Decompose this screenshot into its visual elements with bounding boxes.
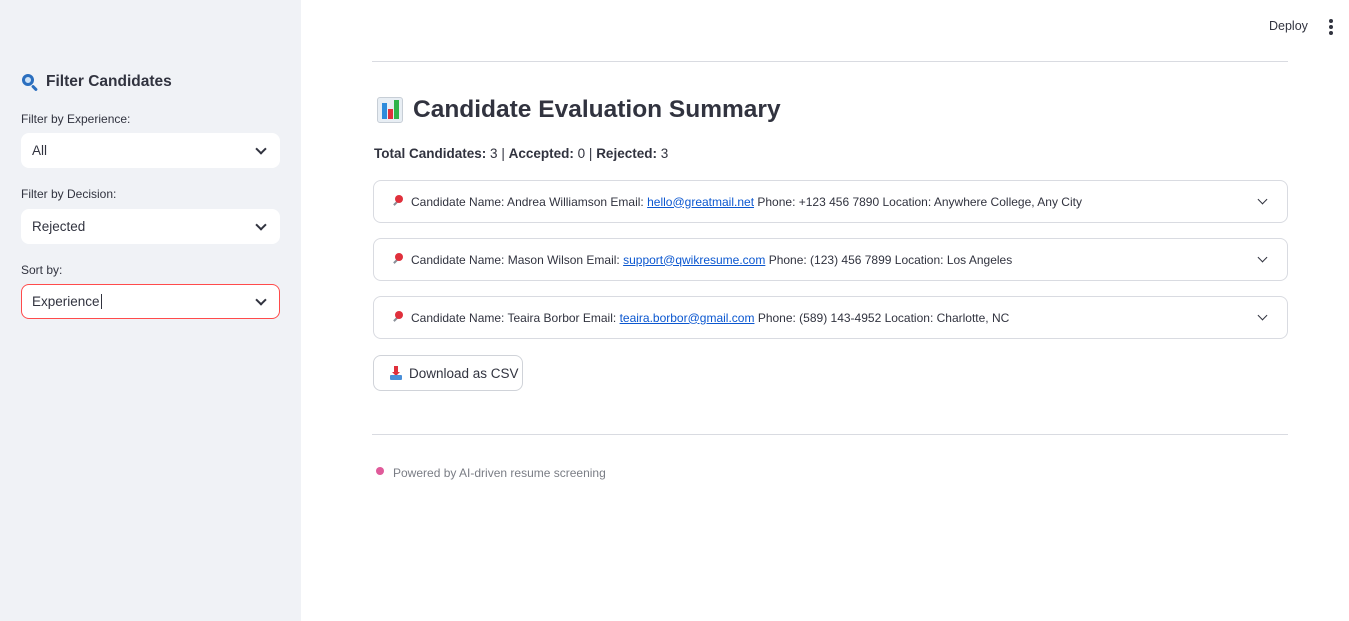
pushpin-icon — [391, 310, 405, 325]
candidate-name-text: Candidate Name: Teaira Borbor Email: — [411, 310, 617, 325]
pushpin-icon — [391, 194, 405, 209]
summary-line: Total Candidates: 3 | Accepted: 0 | Reje… — [374, 146, 668, 161]
chevron-down-icon — [1257, 252, 1268, 263]
candidate-details-text: Phone: (123) 456 7899 Location: Los Ange… — [768, 252, 1013, 267]
candidate-details-text: Phone: (589) 143-4952 Location: Charlott… — [757, 310, 1010, 325]
candidate-expander[interactable]: Candidate Name: Teaira Borbor Email: tea… — [373, 296, 1288, 339]
experience-filter-select[interactable]: All — [21, 133, 280, 168]
sort-by-select[interactable]: Experience — [21, 284, 280, 319]
sort-by-value: Experience — [32, 294, 100, 309]
inbox-tray-icon — [390, 366, 402, 380]
download-csv-button[interactable]: Download as CSV — [373, 355, 523, 391]
candidate-expander[interactable]: Candidate Name: Andrea Williamson Email:… — [373, 180, 1288, 223]
page-title: Candidate Evaluation Summary — [377, 96, 781, 124]
top-divider — [372, 61, 1288, 62]
footer-text: Powered by AI-driven resume screening — [393, 466, 606, 480]
accepted-value: 0 — [577, 146, 586, 161]
decision-filter-select[interactable]: Rejected — [21, 209, 280, 244]
candidate-email-link[interactable]: hello@greatmail.net — [647, 195, 754, 209]
sidebar-title: Filter Candidates — [21, 73, 172, 92]
page-title-text: Candidate Evaluation Summary — [413, 96, 781, 123]
separator: | — [588, 146, 593, 161]
accepted-label: Accepted: — [508, 146, 574, 161]
experience-filter-label: Filter by Experience: — [21, 112, 131, 126]
chevron-down-icon — [1257, 194, 1268, 205]
total-value: 3 — [490, 146, 498, 161]
candidate-email-link[interactable]: support@qwikresume.com — [623, 253, 765, 267]
sidebar-title-text: Filter Candidates — [46, 73, 172, 90]
footer: Powered by AI-driven resume screening — [376, 466, 606, 480]
candidate-name-text: Candidate Name: Andrea Williamson Email: — [411, 194, 644, 209]
pushpin-icon — [376, 467, 384, 475]
pushpin-icon — [391, 252, 405, 267]
total-label: Total Candidates: — [374, 146, 487, 161]
sort-by-label: Sort by: — [21, 263, 63, 277]
candidate-details-text: Phone: +123 456 7890 Location: Anywhere … — [757, 194, 1082, 209]
vertical-dots-icon[interactable] — [1325, 19, 1337, 35]
rejected-value: 3 — [660, 146, 669, 161]
text-cursor — [100, 294, 102, 309]
candidate-expander[interactable]: Candidate Name: Mason Wilson Email: supp… — [373, 238, 1288, 281]
sidebar: Filter Candidates Filter by Experience: … — [0, 0, 301, 621]
experience-filter-value: All — [32, 143, 48, 158]
magnifier-icon — [21, 73, 39, 92]
chevron-down-icon — [255, 219, 267, 231]
candidate-name-text: Candidate Name: Mason Wilson Email: — [411, 252, 620, 267]
deploy-button[interactable]: Deploy — [1263, 17, 1314, 37]
bar-chart-icon — [377, 97, 403, 123]
chevron-down-icon — [255, 143, 267, 155]
chevron-down-icon — [1257, 310, 1268, 321]
bottom-divider — [372, 434, 1288, 435]
chevron-down-icon — [255, 294, 267, 306]
rejected-label: Rejected: — [596, 146, 657, 161]
separator: | — [501, 146, 505, 161]
download-csv-label: Download as CSV — [409, 365, 519, 381]
candidate-email-link[interactable]: teaira.borbor@gmail.com — [620, 311, 755, 325]
decision-filter-label: Filter by Decision: — [21, 187, 117, 201]
decision-filter-value: Rejected — [32, 219, 86, 234]
